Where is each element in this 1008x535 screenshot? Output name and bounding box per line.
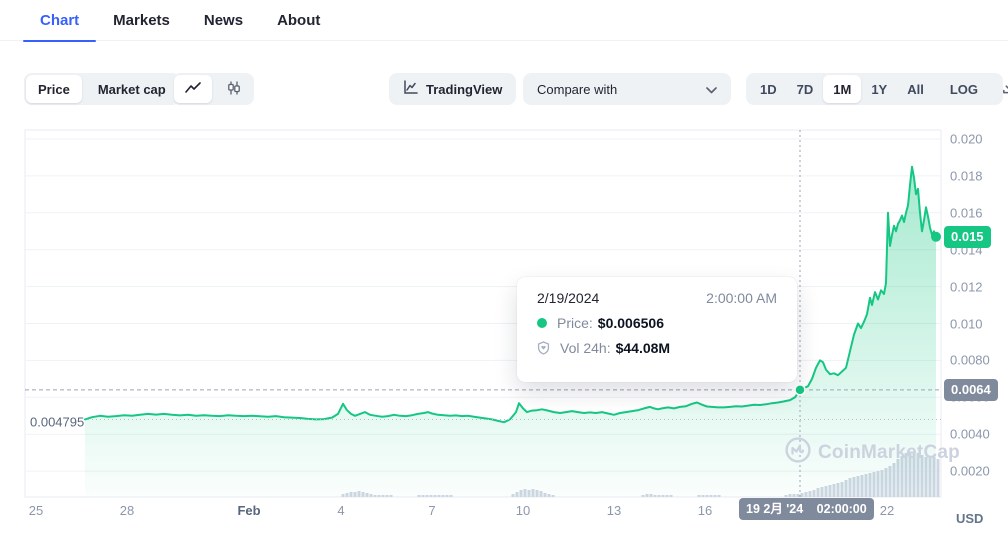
open-price-label: 0.004795 — [30, 415, 84, 430]
price-series — [85, 167, 936, 497]
tooltip-price-label: Price: — [557, 315, 593, 331]
price-series-dot-icon — [537, 318, 547, 328]
y-tick-label: 0.010 — [950, 316, 983, 331]
x-tick-label: 22 — [880, 503, 894, 518]
currency-unit-label: USD — [956, 511, 983, 526]
y-tick-label: 0.018 — [950, 168, 983, 183]
x-tick-label: 16 — [698, 503, 712, 518]
tooltip-price-value: $0.006506 — [598, 315, 664, 331]
x-tick-label: Feb — [237, 503, 260, 518]
y-tick-label: 0.0020 — [950, 464, 990, 479]
y-tick-label: 0.016 — [950, 205, 983, 220]
x-tick-label: 10 — [516, 503, 530, 518]
crosshair-date-badge: 19 2月 '24 02:00:00 — [739, 498, 874, 520]
crosshair-price-badge: 0.0064 — [944, 379, 998, 401]
tooltip-date: 2/19/2024 — [537, 290, 599, 306]
x-tick-label: 25 — [29, 503, 43, 518]
y-tick-label: 0.012 — [950, 279, 983, 294]
chart-tooltip: 2/19/2024 2:00:00 AM Price: $0.006506 Vo… — [517, 277, 797, 382]
coinmarketcap-chart-page: Chart Markets News About Price Market ca… — [0, 0, 1008, 535]
y-tick-label: 0.0080 — [950, 353, 990, 368]
y-tick-label: 0.0040 — [950, 427, 990, 442]
crosshair-date-label: 19 2月 '24 — [746, 502, 803, 516]
x-tick-label: 4 — [337, 503, 344, 518]
crosshair-time-label: 02:00:00 — [817, 502, 867, 516]
x-tick-label: 28 — [120, 503, 134, 518]
tooltip-vol-value: $44.08M — [616, 340, 670, 356]
current-price-badge: 0.015 — [944, 226, 991, 248]
y-tick-label: 0.020 — [950, 132, 983, 147]
shield-icon — [537, 341, 550, 355]
tooltip-vol-label: Vol 24h: — [560, 340, 611, 356]
tooltip-time: 2:00:00 AM — [706, 290, 777, 306]
price-chart-canvas[interactable] — [0, 0, 1008, 535]
x-tick-label: 7 — [428, 503, 435, 518]
x-tick-label: 13 — [607, 503, 621, 518]
